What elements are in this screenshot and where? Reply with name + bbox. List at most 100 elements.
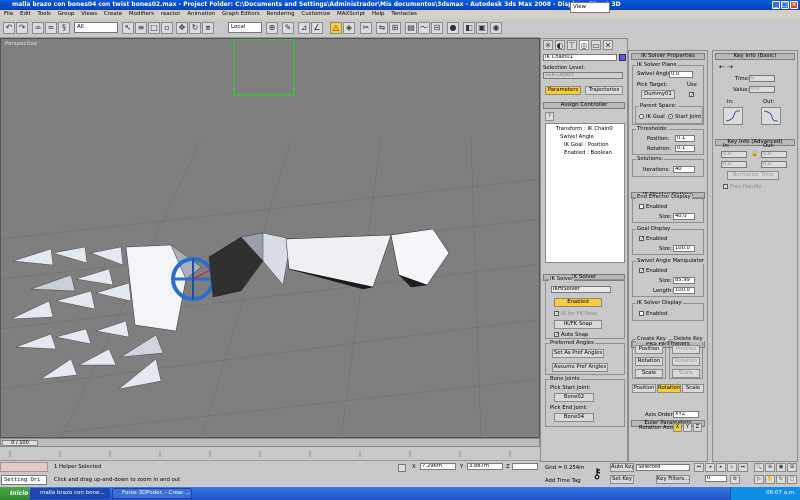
zoom-extents-icon[interactable]: ▣ — [776, 463, 786, 472]
create-rotation-key-button[interactable]: Rotation — [635, 357, 663, 366]
start-joint-button[interactable]: Bone02 — [554, 393, 594, 402]
time-slider-thumb[interactable]: 0 / 100 — [2, 440, 38, 446]
ik-goal-radio[interactable] — [639, 114, 644, 119]
maxscript-listener[interactable] — [0, 462, 48, 472]
lock-tangent-icon[interactable]: 🔒 — [751, 151, 758, 158]
in-tangent-icon[interactable] — [723, 107, 743, 125]
motion-tab-icon[interactable]: ◎ — [579, 40, 589, 50]
controller-swivel[interactable]: Swivel Angle — [560, 134, 594, 140]
menu-views[interactable]: Views — [81, 11, 97, 17]
z-coordinate-field[interactable] — [512, 463, 538, 470]
position-threshold-field[interactable]: 0.1 — [675, 135, 695, 142]
modify-tab-icon[interactable]: ◐ — [555, 40, 565, 50]
perspective-viewport[interactable]: Perspective — [0, 38, 540, 438]
swivel-manipulator-enabled-checkbox[interactable]: ✓ — [639, 268, 644, 274]
selection-set-dropdown[interactable]: Selected — [636, 464, 690, 471]
key-value-field[interactable]: 0.0 — [749, 86, 775, 93]
goal-display-enabled-checkbox[interactable]: ✓ — [639, 236, 644, 242]
out-tangent-icon[interactable] — [761, 107, 781, 125]
create-tab-icon[interactable]: ✳ — [543, 40, 553, 50]
assign-controller-rollout[interactable]: Assign Controller — [543, 102, 625, 109]
free-handle-checkbox[interactable] — [723, 184, 728, 189]
controller-ik-goal[interactable]: IK Goal : Position — [564, 142, 609, 148]
upper-arm-bone[interactable] — [390, 228, 450, 286]
schematic-view-icon[interactable]: ⊟ — [431, 22, 443, 34]
assign-controller-icon[interactable]: ? — [545, 112, 554, 121]
parameters-tab[interactable]: Parameters — [545, 86, 581, 95]
zoom-icon[interactable]: 🔍 — [754, 463, 764, 472]
controller-enabled[interactable]: Enabled : Boolean — [564, 150, 612, 156]
menu-edit[interactable]: Edit — [20, 11, 31, 17]
pick-target-button[interactable]: Dummy01 — [641, 90, 675, 99]
select-object-icon[interactable]: ↖ — [122, 22, 134, 34]
next-key-icon[interactable]: ⇢ — [727, 63, 733, 71]
zoom-extents-all-icon[interactable]: ⊞ — [787, 463, 797, 472]
advanced-out-field[interactable]: 0.0 — [761, 151, 787, 158]
ikfk-snap-button[interactable]: IK/FK Snap — [554, 320, 602, 329]
named-selection-icon[interactable]: ✂ — [360, 22, 372, 34]
create-position-key-button[interactable]: Position — [635, 345, 663, 354]
ik-solver-properties-rollout[interactable]: IK Solver Properties — [631, 53, 705, 60]
key-time-field[interactable]: 0 — [749, 75, 775, 82]
maximize-viewport-icon[interactable]: □ — [787, 475, 797, 484]
advanced-out2-field[interactable]: 0.0 — [761, 161, 787, 168]
time-config-icon[interactable]: ⚙ — [730, 475, 740, 484]
pivot-center-icon[interactable]: ⊕ — [266, 22, 278, 34]
material-editor-icon[interactable]: ● — [447, 22, 459, 34]
play-icon[interactable]: ▸ — [716, 463, 726, 472]
create-scale-key-button[interactable]: Scale — [635, 369, 663, 378]
utilities-tab-icon[interactable]: ✕ — [603, 40, 613, 50]
close-button[interactable]: × — [790, 1, 798, 9]
select-and-rotate-icon[interactable]: ↻ — [189, 22, 201, 34]
select-manipulate-icon[interactable]: ✎ — [282, 22, 294, 34]
rotation-axis-x-button[interactable]: X — [673, 423, 682, 432]
current-frame-field[interactable]: 0 — [705, 475, 727, 482]
dummy-helper[interactable] — [233, 39, 295, 96]
menu-reactor[interactable]: reactor — [161, 11, 181, 17]
x-coordinate-field[interactable]: 7.296m — [420, 463, 456, 470]
selection-filter-dropdown[interactable]: All — [74, 22, 118, 33]
trajectories-tab[interactable]: Trajectories — [585, 86, 623, 95]
object-name-field[interactable]: IK Chain01 — [543, 54, 617, 61]
select-by-name-icon[interactable]: ≡ — [135, 22, 147, 34]
scale-track-button[interactable]: Scale — [682, 384, 704, 393]
auto-key-button[interactable]: Auto Key — [610, 463, 634, 472]
rotation-axis-y-button[interactable]: Y — [683, 423, 692, 432]
prev-key-icon[interactable]: ⇠ — [719, 63, 725, 71]
end-joint-button[interactable]: Bone04 — [554, 413, 594, 422]
menu-maxscript[interactable]: MAXScript — [337, 11, 365, 17]
enabled-button[interactable]: Enabled — [554, 298, 602, 307]
pan-icon[interactable]: ✋ — [765, 475, 775, 484]
menu-create[interactable]: Create — [104, 11, 122, 17]
rotation-track-button[interactable]: Rotation — [657, 384, 681, 393]
position-track-button[interactable]: Position — [632, 384, 656, 393]
menu-graph-editors[interactable]: Graph Editors — [222, 11, 260, 17]
select-and-scale-icon[interactable]: ⧈ — [202, 22, 214, 34]
render-frame-icon[interactable]: ▣ — [476, 22, 488, 34]
swivel-angle-field[interactable]: 0.0 — [669, 71, 693, 78]
menu-help[interactable]: Help — [372, 11, 385, 17]
snap-toggle-icon[interactable]: ⊿ — [298, 22, 310, 34]
link-icon[interactable]: ∞ — [32, 22, 44, 34]
start-joint-radio[interactable] — [668, 114, 673, 119]
object-color-swatch[interactable] — [619, 54, 626, 61]
goal-display-size-field[interactable]: 100.0 — [673, 245, 695, 252]
menu-tools[interactable]: Tools — [37, 11, 51, 17]
menu-customize[interactable]: Customize — [301, 11, 330, 17]
trackbar[interactable] — [0, 447, 540, 461]
sub-object-dropdown[interactable]: Sub-Object — [543, 72, 623, 79]
display-tab-icon[interactable]: ▭ — [591, 40, 601, 50]
render-view-dropdown[interactable]: View — [570, 2, 610, 13]
menu-rendering[interactable]: Rendering — [267, 11, 295, 17]
ik-for-fk-pose-checkbox[interactable] — [554, 311, 559, 316]
menu-animation[interactable]: Animation — [187, 11, 215, 17]
key-info-basic-rollout[interactable]: Key Info (Basic) — [715, 53, 795, 60]
mirror-icon[interactable]: ⇋ — [376, 22, 388, 34]
menu-file[interactable]: File — [4, 11, 13, 17]
angle-snap-icon[interactable]: ∠ — [311, 22, 323, 34]
next-frame-icon[interactable]: ▹ — [727, 463, 737, 472]
maxscript-mini-listener[interactable]: Setting Ori — [1, 475, 47, 485]
render-setup-icon[interactable]: ◧ — [463, 22, 475, 34]
solver-dropdown[interactable]: IKHISolver — [551, 286, 611, 293]
redo-icon[interactable]: ↷ — [16, 22, 28, 34]
